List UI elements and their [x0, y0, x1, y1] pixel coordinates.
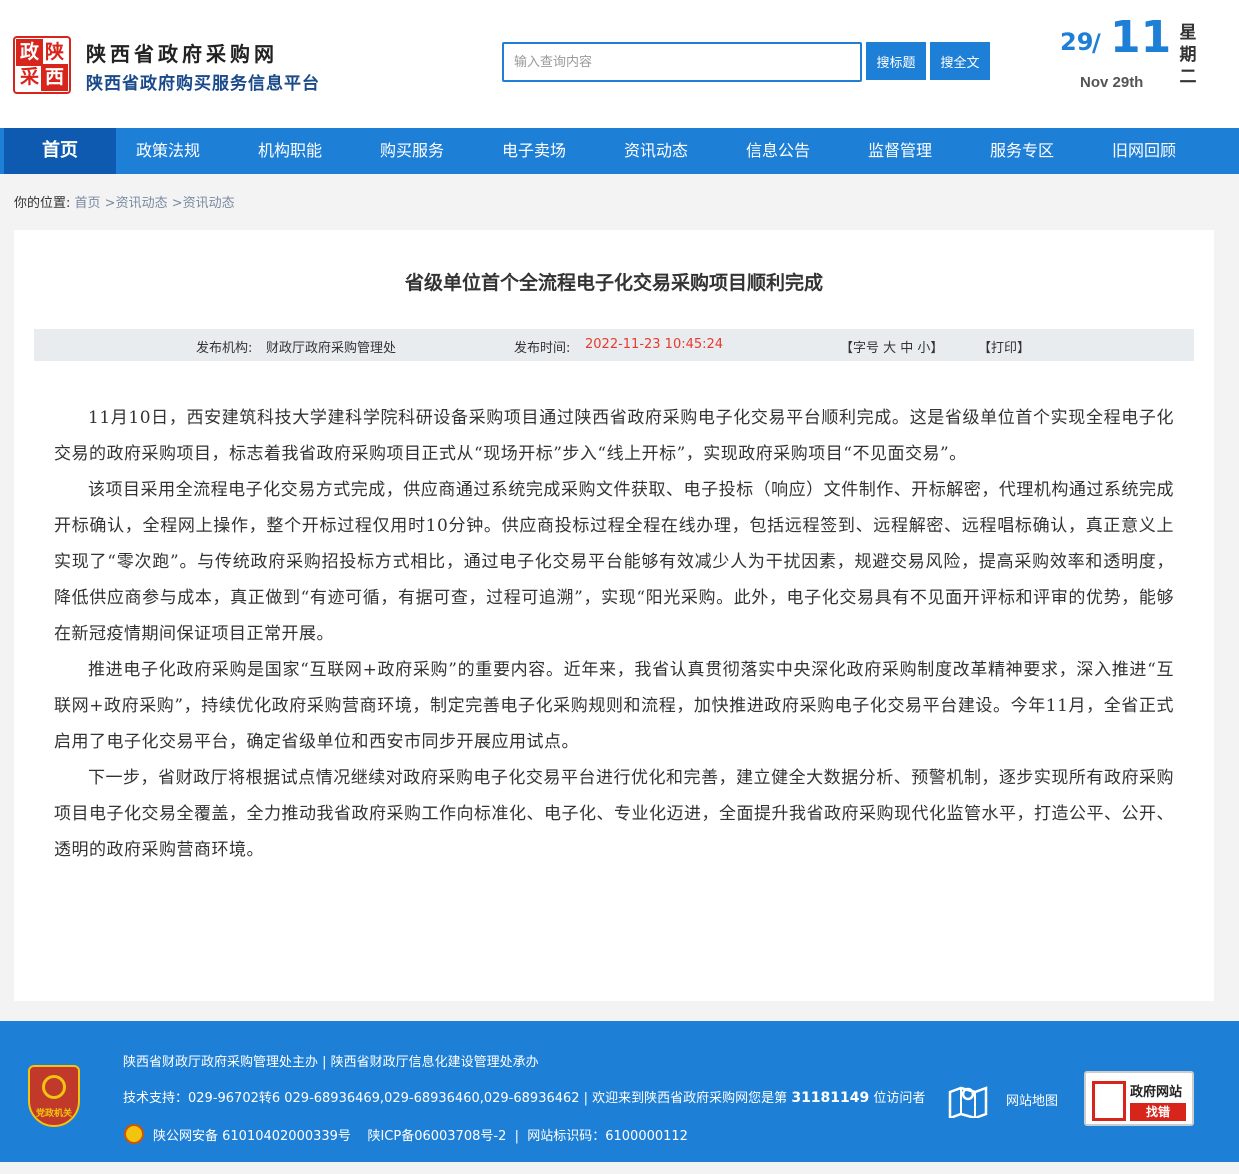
- gov-error-report-badge[interactable]: 政府网站 找错: [1084, 1071, 1194, 1126]
- search-input[interactable]: [502, 42, 862, 82]
- search-title-button[interactable]: 搜标题: [866, 42, 926, 80]
- logo-char: 政: [16, 39, 43, 66]
- footer-support-text: 技术支持：029-96702转6 029-68936469,029-689364…: [123, 1091, 792, 1106]
- site-subtitle: 陕西省政府购买服务信息平台: [86, 74, 320, 94]
- nav-item-organization[interactable]: 机构职能: [234, 128, 346, 174]
- logo-char: 陕: [44, 41, 64, 63]
- article-paragraph: 下一步，省财政厅将根据试点情况继续对政府采购电子化交易平台进行优化和完善，建立健…: [54, 768, 1174, 860]
- publisher-value: 财政厅政府采购管理处: [266, 341, 397, 356]
- date-slash: /: [1092, 29, 1101, 57]
- site-title: 陕西省政府采购网: [86, 42, 278, 66]
- breadcrumb-home-link[interactable]: 首页: [75, 196, 101, 211]
- gov-badge-action: 找错: [1130, 1103, 1186, 1121]
- emblem-text: 党政机关: [35, 1109, 72, 1119]
- breadcrumb: 你的位置: 首页 >资讯动态 >资讯动态: [14, 192, 235, 211]
- footer-support-line: 技术支持：029-96702转6 029-68936469,029-689364…: [123, 1087, 925, 1106]
- date-english: Nov 29th: [1080, 74, 1144, 91]
- weekday-char: 二: [1179, 67, 1197, 87]
- publish-time-value: 2022-11-23 10:45:24: [585, 337, 724, 352]
- emblem-mark: [42, 1075, 66, 1099]
- nav-item-service-zone[interactable]: 服务专区: [966, 128, 1078, 174]
- article-paragraph: 11月10日，西安建筑科技大学建科学院科研设备采购项目通过陕西省政府采购电子化交…: [54, 408, 1174, 464]
- publisher-label: 发布机构:: [196, 341, 253, 356]
- nav-item-e-mall[interactable]: 电子卖场: [478, 128, 590, 174]
- article-paragraph: 推进电子化政府采购是国家“互联网+政府采购”的重要内容。近年来，我省认真贯彻落实…: [54, 660, 1174, 752]
- site-header: 政 陕 采 西 陕西省政府采购网 陕西省政府购买服务信息平台 搜标题 搜全文 2…: [0, 0, 1239, 128]
- search-fulltext-button[interactable]: 搜全文: [930, 42, 990, 80]
- logo-char: 采: [19, 66, 39, 88]
- nav-item-policy[interactable]: 政策法规: [112, 128, 224, 174]
- party-gov-emblem-icon[interactable]: 党政机关: [28, 1065, 80, 1127]
- publish-time-label: 发布时间:: [514, 341, 571, 356]
- breadcrumb-news-link[interactable]: >资讯动态: [168, 196, 235, 211]
- nav-item-home[interactable]: 首页: [4, 128, 116, 174]
- nav-item-supervision[interactable]: 监督管理: [844, 128, 956, 174]
- site-map-icon[interactable]: [948, 1082, 988, 1118]
- date-day: 29: [1060, 28, 1094, 56]
- magnifier-icon: [1092, 1081, 1126, 1121]
- site-logo[interactable]: 政 陕 采 西: [13, 36, 71, 94]
- visitor-count: 31181149: [791, 1090, 870, 1106]
- article-meta-bar: 发布机构: 财政厅政府采购管理处 发布时间: 2022-11-23 10:45:…: [34, 329, 1194, 361]
- footer-visitor-suffix: 位访问者: [869, 1091, 926, 1106]
- nav-item-old-site[interactable]: 旧网回顾: [1088, 128, 1200, 174]
- site-footer: 党政机关 陕西省财政厅政府采购管理处主办 | 陕西省财政厅信息化建设管理处承办 …: [0, 1021, 1239, 1162]
- article-title: 省级单位首个全流程电子化交易采购项目顺利完成: [404, 272, 823, 294]
- weekday-char: 期: [1179, 45, 1197, 65]
- footer-registration[interactable]: 陕公网安备 61010402000339号 陕ICP备06003708号-2 |…: [153, 1125, 688, 1144]
- font-size-control[interactable]: 【字号 大 中 小】: [840, 337, 943, 356]
- date-month: 11: [1110, 12, 1172, 63]
- nav-item-announcements[interactable]: 信息公告: [722, 128, 834, 174]
- breadcrumb-prefix: 你的位置:: [14, 196, 71, 211]
- site-map-link[interactable]: 网站地图: [1006, 1090, 1058, 1109]
- article-paragraph: 该项目采用全流程电子化交易方式完成，供应商通过系统完成采购文件获取、电子投标（响…: [54, 480, 1174, 644]
- article-body: 11月10日，西安建筑科技大学建科学院科研设备采购项目通过陕西省政府采购电子化交…: [54, 400, 1174, 868]
- police-badge-icon: [124, 1124, 144, 1144]
- main-nav: 首页 政策法规 机构职能 购买服务 电子卖场 资讯动态 信息公告 监督管理 服务…: [0, 128, 1239, 174]
- footer-sponsor: 陕西省财政厅政府采购管理处主办 | 陕西省财政厅信息化建设管理处承办: [123, 1055, 539, 1070]
- weekday-char: 星: [1179, 23, 1197, 43]
- nav-item-news[interactable]: 资讯动态: [600, 128, 712, 174]
- print-button[interactable]: 【打印】: [978, 337, 1030, 356]
- nav-item-purchase-service[interactable]: 购买服务: [356, 128, 468, 174]
- article-panel: 省级单位首个全流程电子化交易采购项目顺利完成 发布机构: 财政厅政府采购管理处 …: [14, 230, 1214, 1001]
- breadcrumb-news-link[interactable]: >资讯动态: [101, 196, 168, 211]
- logo-char: 西: [41, 64, 68, 91]
- weekday: 星 期 二: [1178, 22, 1198, 88]
- gov-badge-title: 政府网站: [1130, 1085, 1183, 1100]
